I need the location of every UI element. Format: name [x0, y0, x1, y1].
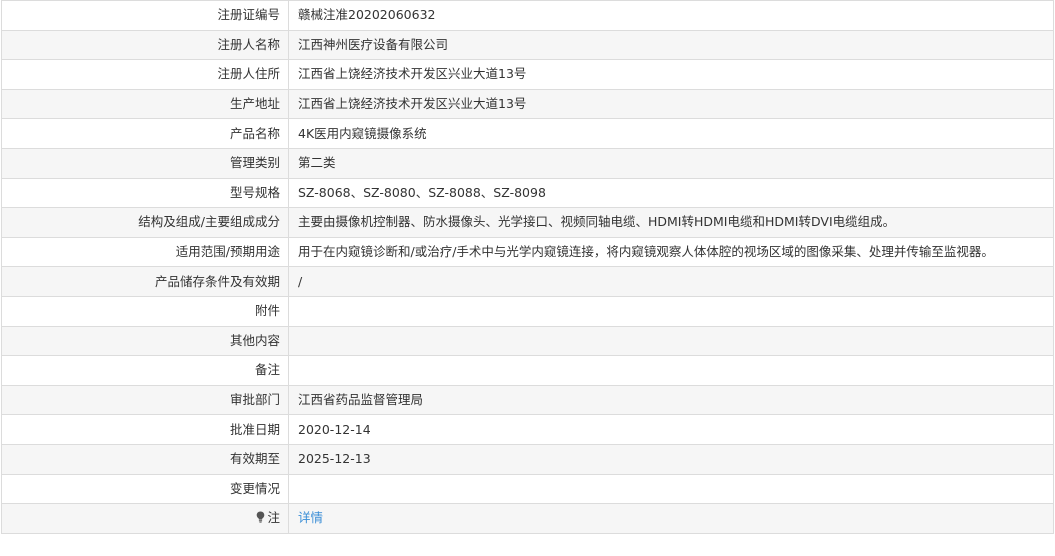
note-row: 注 详情 [1, 503, 1054, 534]
table-row: 管理类别 第二类 [1, 147, 1054, 179]
field-value: 第二类 [288, 147, 1054, 179]
note-label: 注 [267, 510, 280, 526]
table-row: 产品储存条件及有效期 / [1, 266, 1054, 297]
field-value [288, 473, 1054, 505]
lightbulb-icon [257, 511, 265, 523]
note-value-cell: 详情 [288, 503, 1054, 534]
table-row: 注册人名称 江西神州医疗设备有限公司 [1, 29, 1054, 61]
field-value: 江西省药品监督管理局 [288, 384, 1054, 416]
field-label: 产品储存条件及有效期 [1, 266, 289, 297]
table-row: 批准日期 2020-12-14 [1, 414, 1054, 445]
field-label: 变更情况 [1, 473, 289, 505]
field-label: 结构及组成/主要组成成分 [1, 207, 289, 238]
detail-link[interactable]: 详情 [298, 510, 323, 525]
field-label: 附件 [1, 295, 289, 327]
field-value: 4K医用内窥镜摄像系统 [288, 118, 1054, 149]
field-label: 审批部门 [1, 384, 289, 416]
table-row: 附件 [1, 295, 1054, 327]
table-row: 结构及组成/主要组成成分 主要由摄像机控制器、防水摄像头、光学接口、视频同轴电缆… [1, 207, 1054, 238]
table-row: 审批部门 江西省药品监督管理局 [1, 384, 1054, 416]
table-row: 变更情况 [1, 473, 1054, 505]
field-value: 主要由摄像机控制器、防水摄像头、光学接口、视频同轴电缆、HDMI转HDMI电缆和… [288, 207, 1054, 238]
table-row: 适用范围/预期用途 用于在内窥镜诊断和/或治疗/手术中与光学内窥镜连接，将内窥镜… [1, 236, 1054, 268]
field-value [288, 295, 1054, 327]
field-value: / [288, 266, 1054, 297]
field-label: 备注 [1, 355, 289, 386]
field-value: SZ-8068、SZ-8080、SZ-8088、SZ-8098 [288, 177, 1054, 209]
field-label: 型号规格 [1, 177, 289, 209]
table-row: 型号规格 SZ-8068、SZ-8080、SZ-8088、SZ-8098 [1, 177, 1054, 209]
field-value [288, 325, 1054, 357]
field-label: 批准日期 [1, 414, 289, 445]
field-label: 生产地址 [1, 88, 289, 120]
table-row: 备注 [1, 355, 1054, 386]
table-row: 有效期至 2025-12-13 [1, 443, 1054, 475]
field-label: 产品名称 [1, 118, 289, 149]
field-label: 注册证编号 [1, 0, 289, 31]
field-label: 其他内容 [1, 325, 289, 357]
field-label: 有效期至 [1, 443, 289, 475]
field-label: 注册人住所 [1, 59, 289, 90]
table-row: 生产地址 江西省上饶经济技术开发区兴业大道13号 [1, 88, 1054, 120]
field-value: 2025-12-13 [288, 443, 1054, 475]
field-value: 2020-12-14 [288, 414, 1054, 445]
field-label: 适用范围/预期用途 [1, 236, 289, 268]
field-value: 用于在内窥镜诊断和/或治疗/手术中与光学内窥镜连接，将内窥镜观察人体体腔的视场区… [288, 236, 1054, 268]
table-row: 产品名称 4K医用内窥镜摄像系统 [1, 118, 1054, 149]
field-label: 管理类别 [1, 147, 289, 179]
field-label: 注册人名称 [1, 29, 289, 61]
table-row: 其他内容 [1, 325, 1054, 357]
table-row: 注册证编号 赣械注准20202060632 [1, 0, 1054, 31]
field-value [288, 355, 1054, 386]
field-value: 江西省上饶经济技术开发区兴业大道13号 [288, 88, 1054, 120]
field-value: 江西省上饶经济技术开发区兴业大道13号 [288, 59, 1054, 90]
field-value: 赣械注准20202060632 [288, 0, 1054, 31]
registration-table: 注册证编号 赣械注准20202060632 注册人名称 江西神州医疗设备有限公司… [1, 0, 1054, 534]
table-row: 注册人住所 江西省上饶经济技术开发区兴业大道13号 [1, 59, 1054, 90]
field-value: 江西神州医疗设备有限公司 [288, 29, 1054, 61]
note-label-cell: 注 [1, 503, 289, 534]
